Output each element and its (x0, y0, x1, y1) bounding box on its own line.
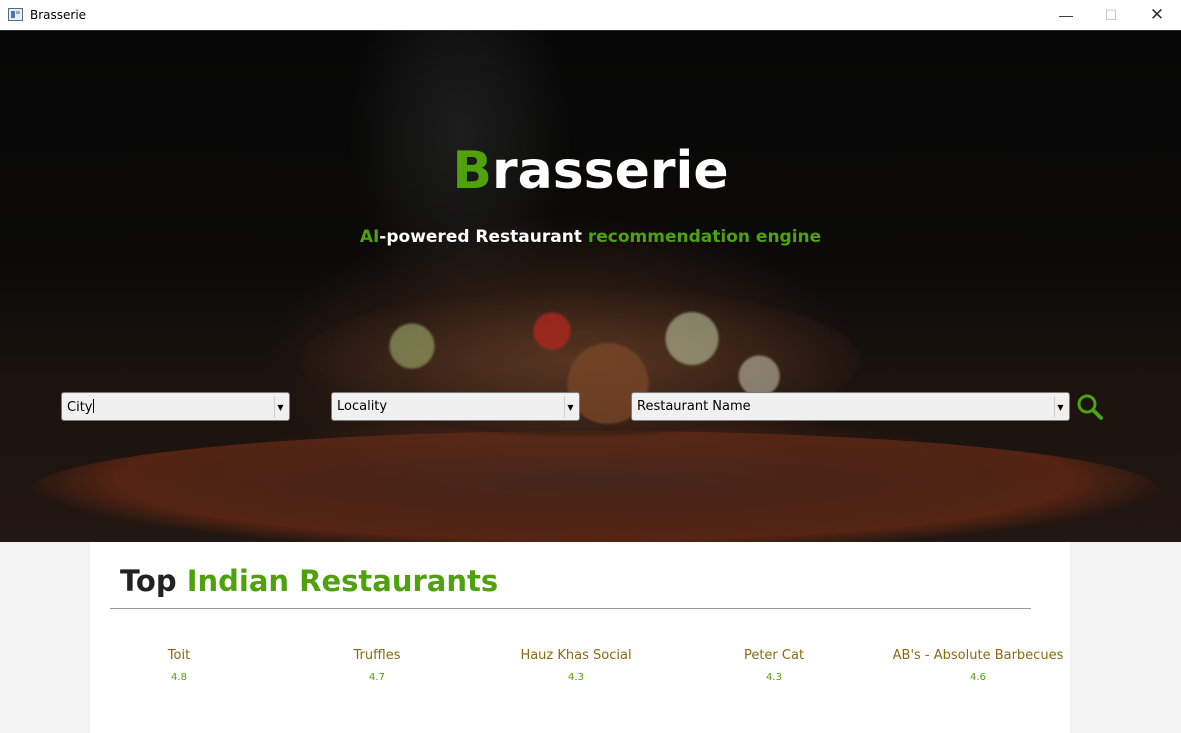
window-title: Brasserie (30, 8, 87, 22)
restaurant-name: Toit (167, 648, 191, 663)
brand-logo: Brasserie (0, 141, 1181, 201)
restaurant-rating: 4.3 (766, 672, 782, 683)
restaurant-rating: 4.3 (568, 672, 584, 683)
close-button[interactable]: ✕ (1134, 0, 1180, 30)
locality-value: Locality (337, 399, 388, 414)
city-combobox[interactable]: City ▼ (61, 392, 290, 421)
restaurant-card[interactable]: Hauz Khas Social 4.3 (476, 648, 676, 683)
locality-combobox[interactable]: Locality ▼ (331, 392, 580, 421)
restaurant-rating: 4.6 (970, 672, 986, 683)
app-icon (8, 8, 23, 21)
restaurant-rating: 4.8 (171, 672, 187, 683)
title-bar: Brasserie — ☐ ✕ (0, 0, 1181, 31)
search-icon (1077, 394, 1103, 420)
restaurant-card[interactable]: Truffles 4.7 (277, 648, 477, 683)
restaurant-name: AB's - Absolute Barbecues (892, 648, 1064, 663)
maximize-button[interactable]: ☐ (1088, 0, 1134, 30)
restaurant-name: Truffles (353, 648, 401, 663)
minimize-button[interactable]: — (1043, 0, 1089, 30)
divider (110, 608, 1031, 609)
restaurant-rating: 4.7 (369, 672, 385, 683)
plate-image (30, 431, 1160, 542)
chevron-down-icon[interactable]: ▼ (564, 396, 576, 418)
chevron-down-icon[interactable]: ▼ (274, 396, 286, 418)
tagline-end: recommendation engine (587, 227, 822, 247)
tagline-middle: -powered Restaurant (379, 227, 588, 247)
chevron-down-icon[interactable]: ▼ (1054, 396, 1066, 418)
restaurant-name-value: Restaurant Name (637, 399, 751, 414)
restaurant-card[interactable]: Toit 4.8 (79, 648, 279, 683)
tagline-ai: AI (359, 227, 380, 247)
search-button[interactable] (1076, 393, 1104, 421)
restaurant-name-combobox[interactable]: Restaurant Name ▼ (631, 392, 1070, 421)
section-title: Top Indian Restaurants (120, 564, 499, 598)
text-caret (93, 399, 95, 413)
restaurant-card[interactable]: AB's - Absolute Barbecues 4.6 (858, 648, 1098, 683)
brand-initial: B (452, 141, 492, 201)
city-value: City (67, 399, 95, 415)
hero-banner: Brasserie AI-powered Restaurant recommen… (0, 31, 1181, 542)
brand-rest: rasserie (492, 141, 729, 201)
tagline: AI-powered Restaurant recommendation eng… (0, 227, 1181, 247)
restaurant-name: Peter Cat (743, 648, 805, 663)
restaurant-card[interactable]: Peter Cat 4.3 (674, 648, 874, 683)
restaurant-name: Hauz Khas Social (520, 648, 632, 663)
section-title-highlight: Indian Restaurants (186, 564, 499, 598)
top-restaurants-panel: Top Indian Restaurants Toit 4.8 Truffles… (90, 542, 1070, 733)
